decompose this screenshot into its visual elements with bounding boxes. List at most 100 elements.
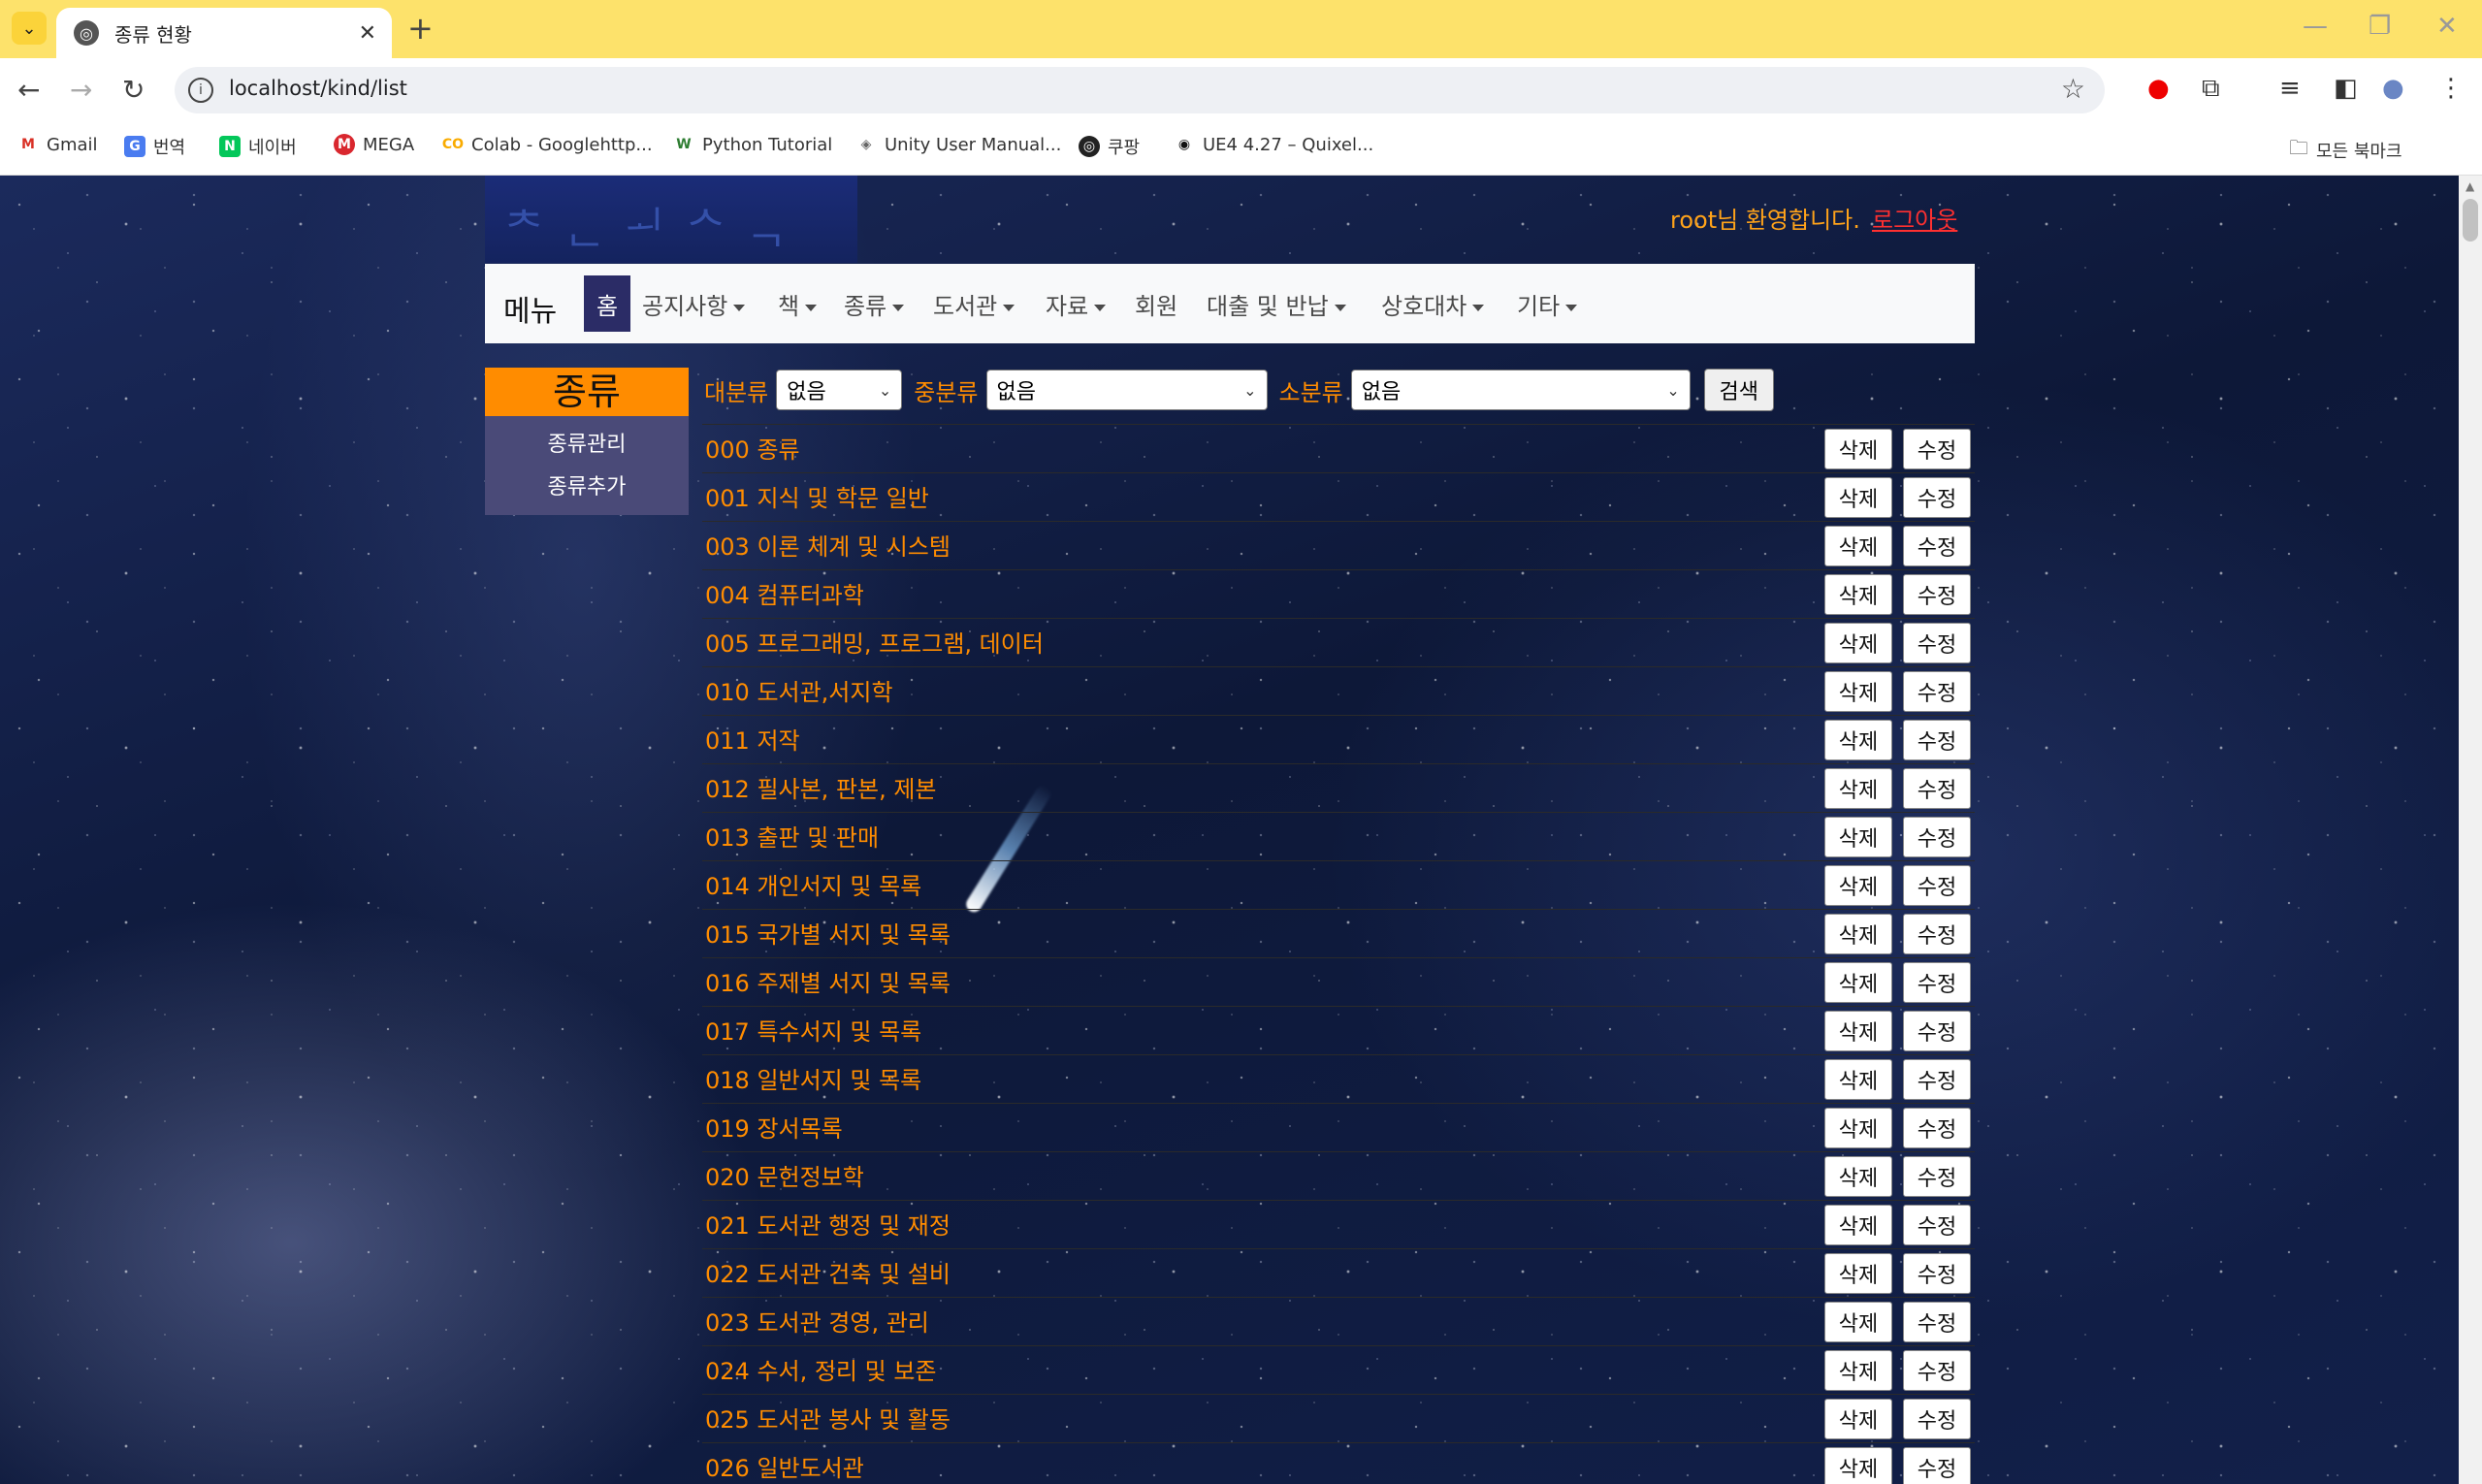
- delete-button[interactable]: 삭제: [1824, 1059, 1892, 1100]
- active-tab[interactable]: ◎ 종류 현황 ✕: [56, 8, 392, 58]
- close-icon[interactable]: ✕: [359, 21, 376, 46]
- edit-button[interactable]: 수정: [1903, 1350, 1971, 1391]
- delete-button[interactable]: 삭제: [1824, 429, 1892, 469]
- bookmark-colab[interactable]: CO Colab - Googlehttp...: [442, 134, 653, 155]
- all-bookmarks-folder[interactable]: 🗀 모든 북마크: [2289, 134, 2402, 167]
- delete-button[interactable]: 삭제: [1824, 865, 1892, 906]
- bookmark-quixel[interactable]: ◉ UE4 4.27 – Quixel...: [1174, 134, 1373, 155]
- site-logo[interactable]: ᄎ ᆫ ᅬ ᄉ ᆨ: [485, 176, 857, 263]
- profile-avatar-icon[interactable]: ●: [2382, 74, 2404, 103]
- kind-name[interactable]: 020 문헌정보학: [705, 1158, 864, 1192]
- delete-button[interactable]: 삭제: [1824, 768, 1892, 809]
- sidebar-item-kind-manage[interactable]: 종류관리: [485, 424, 689, 467]
- nav-etc[interactable]: 기타: [1517, 287, 1578, 321]
- delete-button[interactable]: 삭제: [1824, 1108, 1892, 1148]
- kind-name[interactable]: 014 개인서지 및 목록: [705, 867, 921, 901]
- delete-button[interactable]: 삭제: [1824, 574, 1892, 615]
- scroll-up-icon[interactable]: ▲: [2466, 179, 2474, 193]
- logout-link[interactable]: 로그아웃: [1872, 201, 1957, 235]
- kind-name[interactable]: 025 도서관 봉사 및 활동: [705, 1401, 951, 1435]
- sidebar-item-kind-add[interactable]: 종류추가: [485, 467, 689, 509]
- delete-button[interactable]: 삭제: [1824, 1399, 1892, 1439]
- edit-button[interactable]: 수정: [1903, 1059, 1971, 1100]
- edit-button[interactable]: 수정: [1903, 1108, 1971, 1148]
- edit-button[interactable]: 수정: [1903, 1399, 1971, 1439]
- nav-material[interactable]: 자료: [1046, 287, 1107, 321]
- kind-name[interactable]: 004 컴퓨터과학: [705, 576, 864, 610]
- edit-button[interactable]: 수정: [1903, 865, 1971, 906]
- bookmark-star-icon[interactable]: ☆: [2061, 73, 2085, 105]
- kind-name[interactable]: 016 주제별 서지 및 목록: [705, 964, 951, 998]
- kind-name[interactable]: 010 도서관,서지학: [705, 673, 893, 707]
- delete-button[interactable]: 삭제: [1824, 477, 1892, 518]
- kind-name[interactable]: 026 일반도서관: [705, 1449, 864, 1483]
- delete-button[interactable]: 삭제: [1824, 962, 1892, 1003]
- extensions-icon[interactable]: ⧉: [2202, 74, 2220, 104]
- kind-name[interactable]: 024 수서, 정리 및 보존: [705, 1352, 937, 1386]
- edit-button[interactable]: 수정: [1903, 1447, 1971, 1484]
- kind-name[interactable]: 003 이론 체계 및 시스템: [705, 528, 951, 562]
- reload-icon[interactable]: ↻: [122, 74, 145, 106]
- edit-button[interactable]: 수정: [1903, 429, 1971, 469]
- minimize-icon[interactable]: —: [2303, 12, 2328, 41]
- kind-name[interactable]: 015 국가별 서지 및 목록: [705, 916, 951, 950]
- kind-name[interactable]: 001 지식 및 학문 일반: [705, 479, 929, 513]
- nav-notice[interactable]: 공지사항: [642, 287, 746, 321]
- delete-button[interactable]: 삭제: [1824, 1205, 1892, 1245]
- delete-button[interactable]: 삭제: [1824, 671, 1892, 712]
- nav-kind[interactable]: 종류: [844, 287, 905, 321]
- scrollbar-thumb[interactable]: [2463, 199, 2478, 242]
- delete-button[interactable]: 삭제: [1824, 1253, 1892, 1294]
- kind-name[interactable]: 012 필사본, 판본, 제본: [705, 770, 937, 804]
- kind-name[interactable]: 023 도서관 경영, 관리: [705, 1304, 929, 1338]
- edit-button[interactable]: 수정: [1903, 768, 1971, 809]
- edit-button[interactable]: 수정: [1903, 720, 1971, 760]
- edit-button[interactable]: 수정: [1903, 962, 1971, 1003]
- delete-button[interactable]: 삭제: [1824, 914, 1892, 954]
- minor-category-select[interactable]: 없음 ⌄: [1350, 370, 1691, 410]
- kind-name[interactable]: 019 장서목록: [705, 1110, 843, 1144]
- page-scrollbar[interactable]: ▲: [2459, 176, 2482, 1484]
- forward-icon[interactable]: →: [70, 74, 92, 106]
- nav-interlibrary-loan[interactable]: 상호대차: [1381, 287, 1485, 321]
- delete-button[interactable]: 삭제: [1824, 720, 1892, 760]
- nav-book[interactable]: 책: [778, 287, 818, 321]
- kind-name[interactable]: 021 도서관 행정 및 재정: [705, 1207, 951, 1241]
- back-icon[interactable]: ←: [17, 74, 40, 106]
- bookmark-gmail[interactable]: M Gmail: [17, 134, 98, 155]
- bookmark-naver[interactable]: N 네이버: [219, 134, 297, 159]
- edit-button[interactable]: 수정: [1903, 914, 1971, 954]
- tab-search-button[interactable]: ⌄: [12, 12, 47, 45]
- address-bar[interactable]: i localhost/kind/list ☆: [175, 67, 2105, 113]
- delete-button[interactable]: 삭제: [1824, 1156, 1892, 1197]
- kind-name[interactable]: 011 저작: [705, 722, 800, 756]
- major-category-select[interactable]: 없음 ⌄: [776, 370, 903, 410]
- edit-button[interactable]: 수정: [1903, 1302, 1971, 1342]
- delete-button[interactable]: 삭제: [1824, 526, 1892, 566]
- kind-name[interactable]: 000 종류: [705, 431, 800, 465]
- kind-name[interactable]: 018 일반서지 및 목록: [705, 1061, 921, 1095]
- kind-name[interactable]: 017 특수서지 및 목록: [705, 1013, 921, 1047]
- delete-button[interactable]: 삭제: [1824, 817, 1892, 857]
- kind-name[interactable]: 013 출판 및 판매: [705, 819, 879, 853]
- delete-button[interactable]: 삭제: [1824, 623, 1892, 663]
- bookmark-mega[interactable]: M MEGA: [334, 134, 414, 155]
- bookmark-python[interactable]: W Python Tutorial: [673, 134, 832, 155]
- site-info-icon[interactable]: i: [188, 78, 213, 103]
- delete-button[interactable]: 삭제: [1824, 1302, 1892, 1342]
- search-button[interactable]: 검색: [1703, 369, 1774, 411]
- edit-button[interactable]: 수정: [1903, 1011, 1971, 1051]
- nav-library[interactable]: 도서관: [933, 287, 1015, 321]
- edit-button[interactable]: 수정: [1903, 477, 1971, 518]
- edit-button[interactable]: 수정: [1903, 574, 1971, 615]
- side-panel-icon[interactable]: ◧: [2334, 74, 2358, 103]
- edit-button[interactable]: 수정: [1903, 623, 1971, 663]
- edit-button[interactable]: 수정: [1903, 671, 1971, 712]
- nav-home[interactable]: 홈: [584, 275, 630, 332]
- nav-loan-return[interactable]: 대출 및 반납: [1207, 287, 1346, 321]
- bookmark-coupang[interactable]: ◎ 쿠팡: [1079, 134, 1140, 159]
- more-menu-icon[interactable]: ⋮: [2438, 74, 2464, 103]
- navbar-brand[interactable]: 메뉴: [503, 287, 557, 330]
- kind-name[interactable]: 022 도서관 건축 및 설비: [705, 1255, 951, 1289]
- window-close-icon[interactable]: ✕: [2436, 12, 2458, 41]
